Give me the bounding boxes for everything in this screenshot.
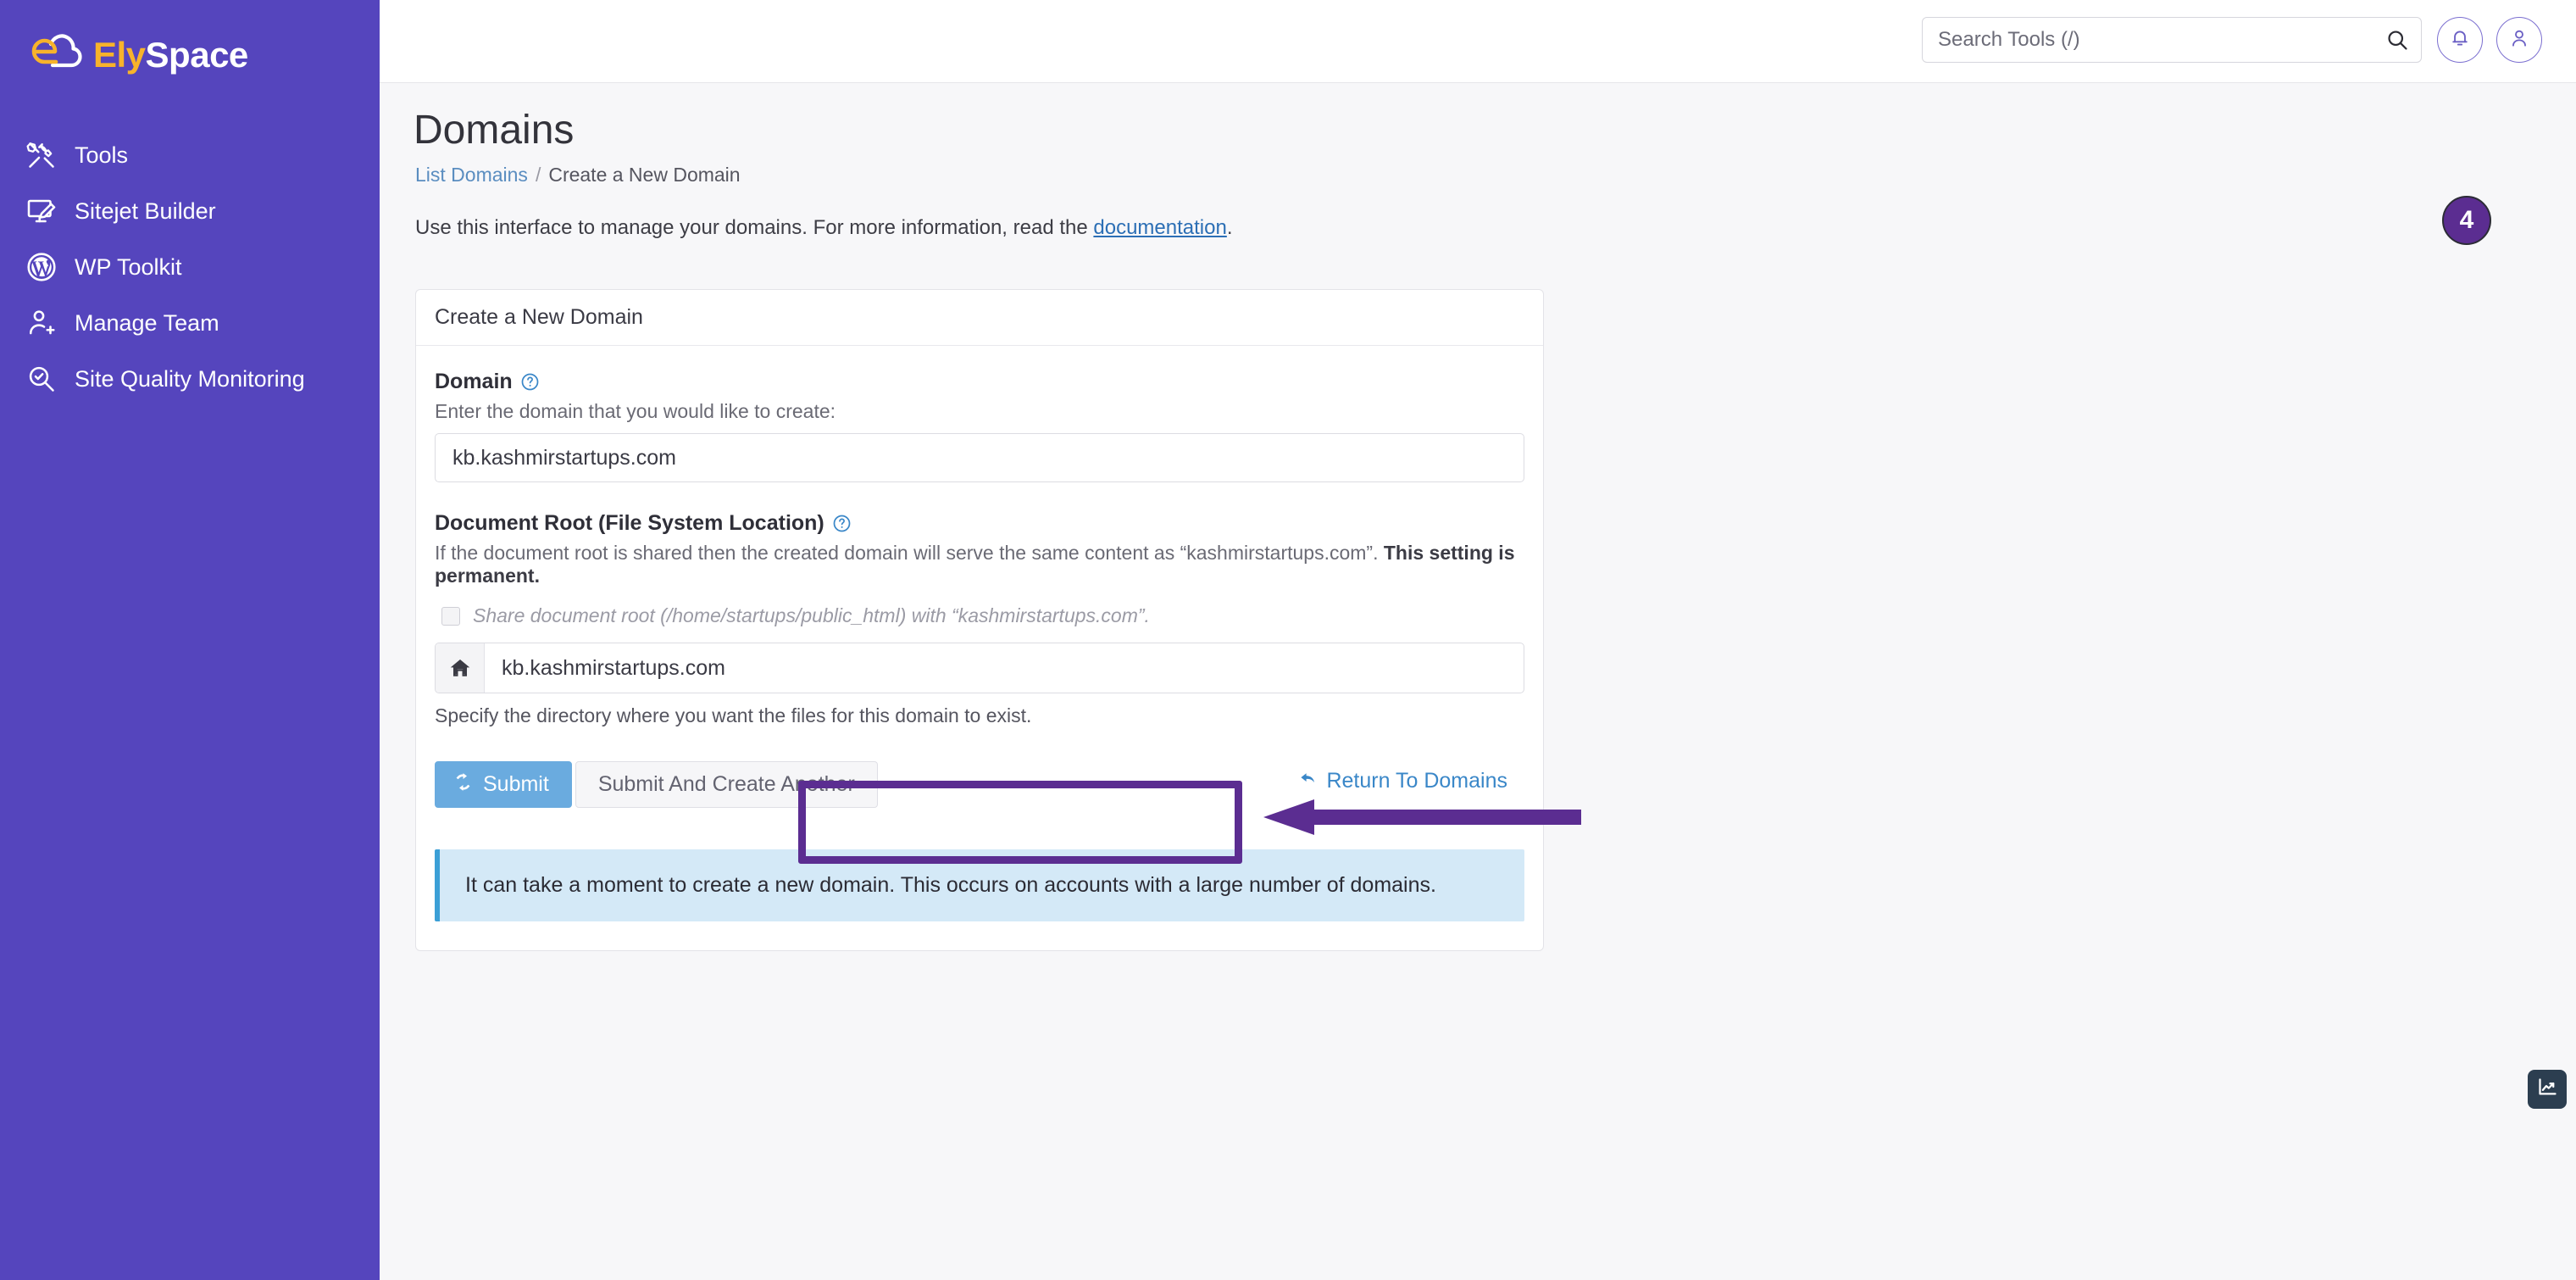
top-bar [380,0,2576,83]
sidebar-item-wp-toolkit[interactable]: WP Toolkit [0,239,380,295]
domain-input[interactable] [435,433,1524,482]
sidebar-item-label: WP Toolkit [75,253,182,280]
card-body: Domain Enter the domain that you would l… [416,346,1543,950]
sidebar-nav: Tools Sitejet Builder WP Toolkit Manage … [0,127,380,407]
docroot-desc-normal: If the document root is shared then the … [435,542,1384,564]
analytics-widget-button[interactable] [2528,1070,2567,1109]
domain-field-description: Enter the domain that you would like to … [435,400,836,422]
sidebar-item-label: Manage Team [75,309,219,336]
sidebar-item-label: Sitejet Builder [75,198,216,224]
intro-text-after: . [1226,216,1233,239]
domain-field-label: Domain [435,370,1524,394]
sidebar-item-tools[interactable]: Tools [0,127,380,183]
domain-label-text: Domain [435,370,513,393]
docroot-hint: Specify the directory where you want the… [435,704,1032,726]
docroot-label-text: Document Root (File System Location) [435,511,824,535]
sidebar-item-site-quality-monitoring[interactable]: Site Quality Monitoring [0,351,380,407]
user-add-icon [25,307,58,339]
notifications-button[interactable] [2437,17,2483,63]
search-box[interactable] [1922,17,2422,63]
create-domain-card: Create a New Domain Domain Enter the dom… [415,289,1544,951]
docroot-field-description: If the document root is shared then the … [435,542,1524,587]
info-alert: It can take a moment to create a new dom… [435,849,1524,921]
return-link-label: Return To Domains [1326,769,1507,793]
refresh-icon [452,771,474,799]
card-header: Create a New Domain [416,290,1543,346]
return-to-domains-link[interactable]: Return To Domains [1298,768,1507,794]
main-content: Domains List Domains / Create a New Doma… [380,83,2576,1280]
sidebar-item-sitejet-builder[interactable]: Sitejet Builder [0,183,380,239]
brand-logo-text: ElySpace [93,35,248,75]
breadcrumb-separator: / [535,164,541,186]
sidebar-item-label: Tools [75,142,129,168]
share-docroot-label: Share document root (/home/startups/publ… [473,604,1150,626]
page-intro: Use this interface to manage your domain… [415,216,1233,240]
search-icon[interactable] [2373,18,2421,62]
page-title: Domains [414,108,575,153]
docroot-input-group[interactable] [435,643,1524,693]
intro-text-before: Use this interface to manage your domain… [415,216,1094,239]
home-icon [436,643,485,693]
arrow-back-icon [1298,768,1319,794]
breadcrumb: List Domains / Create a New Domain [415,164,741,186]
form-actions: Submit Submit And Create Another Return … [435,761,1524,812]
bell-icon [2449,27,2471,53]
share-docroot-checkbox-row[interactable]: Share document root (/home/startups/publ… [441,604,1524,627]
submit-button[interactable]: Submit [435,761,572,808]
docroot-field-label: Document Root (File System Location) [435,511,1524,536]
documentation-link[interactable]: documentation [1093,216,1226,239]
breadcrumb-current: Create a New Domain [548,164,741,186]
monitor-pencil-icon [25,195,58,227]
chart-line-icon [2536,1076,2559,1103]
brand-logo[interactable]: ElySpace [31,32,248,77]
submit-and-create-another-button[interactable]: Submit And Create Another [575,761,878,808]
cloud-e-logo-icon [31,32,88,77]
breadcrumb-link-list-domains[interactable]: List Domains [415,164,528,186]
question-circle-icon[interactable] [520,372,540,392]
account-button[interactable] [2496,17,2542,63]
step-badge: 4 [2442,196,2491,245]
user-icon [2508,27,2530,53]
docroot-input[interactable] [485,643,1524,693]
share-docroot-checkbox[interactable] [441,606,460,626]
question-circle-icon[interactable] [832,514,852,533]
sidebar-item-manage-team[interactable]: Manage Team [0,295,380,351]
brand-name-space: Space [145,34,249,75]
info-alert-text: It can take a moment to create a new dom… [465,873,1436,897]
search-input[interactable] [1923,18,2373,62]
magnifier-check-icon [25,363,58,395]
sidebar: ElySpace Tools Sitejet Builder WP Toolki… [0,0,380,1280]
brand-name-ely: Ely [93,34,146,75]
tools-icon [25,139,58,171]
sidebar-item-label: Site Quality Monitoring [75,365,305,392]
wordpress-icon [25,251,58,283]
submit-button-label: Submit [483,772,549,796]
